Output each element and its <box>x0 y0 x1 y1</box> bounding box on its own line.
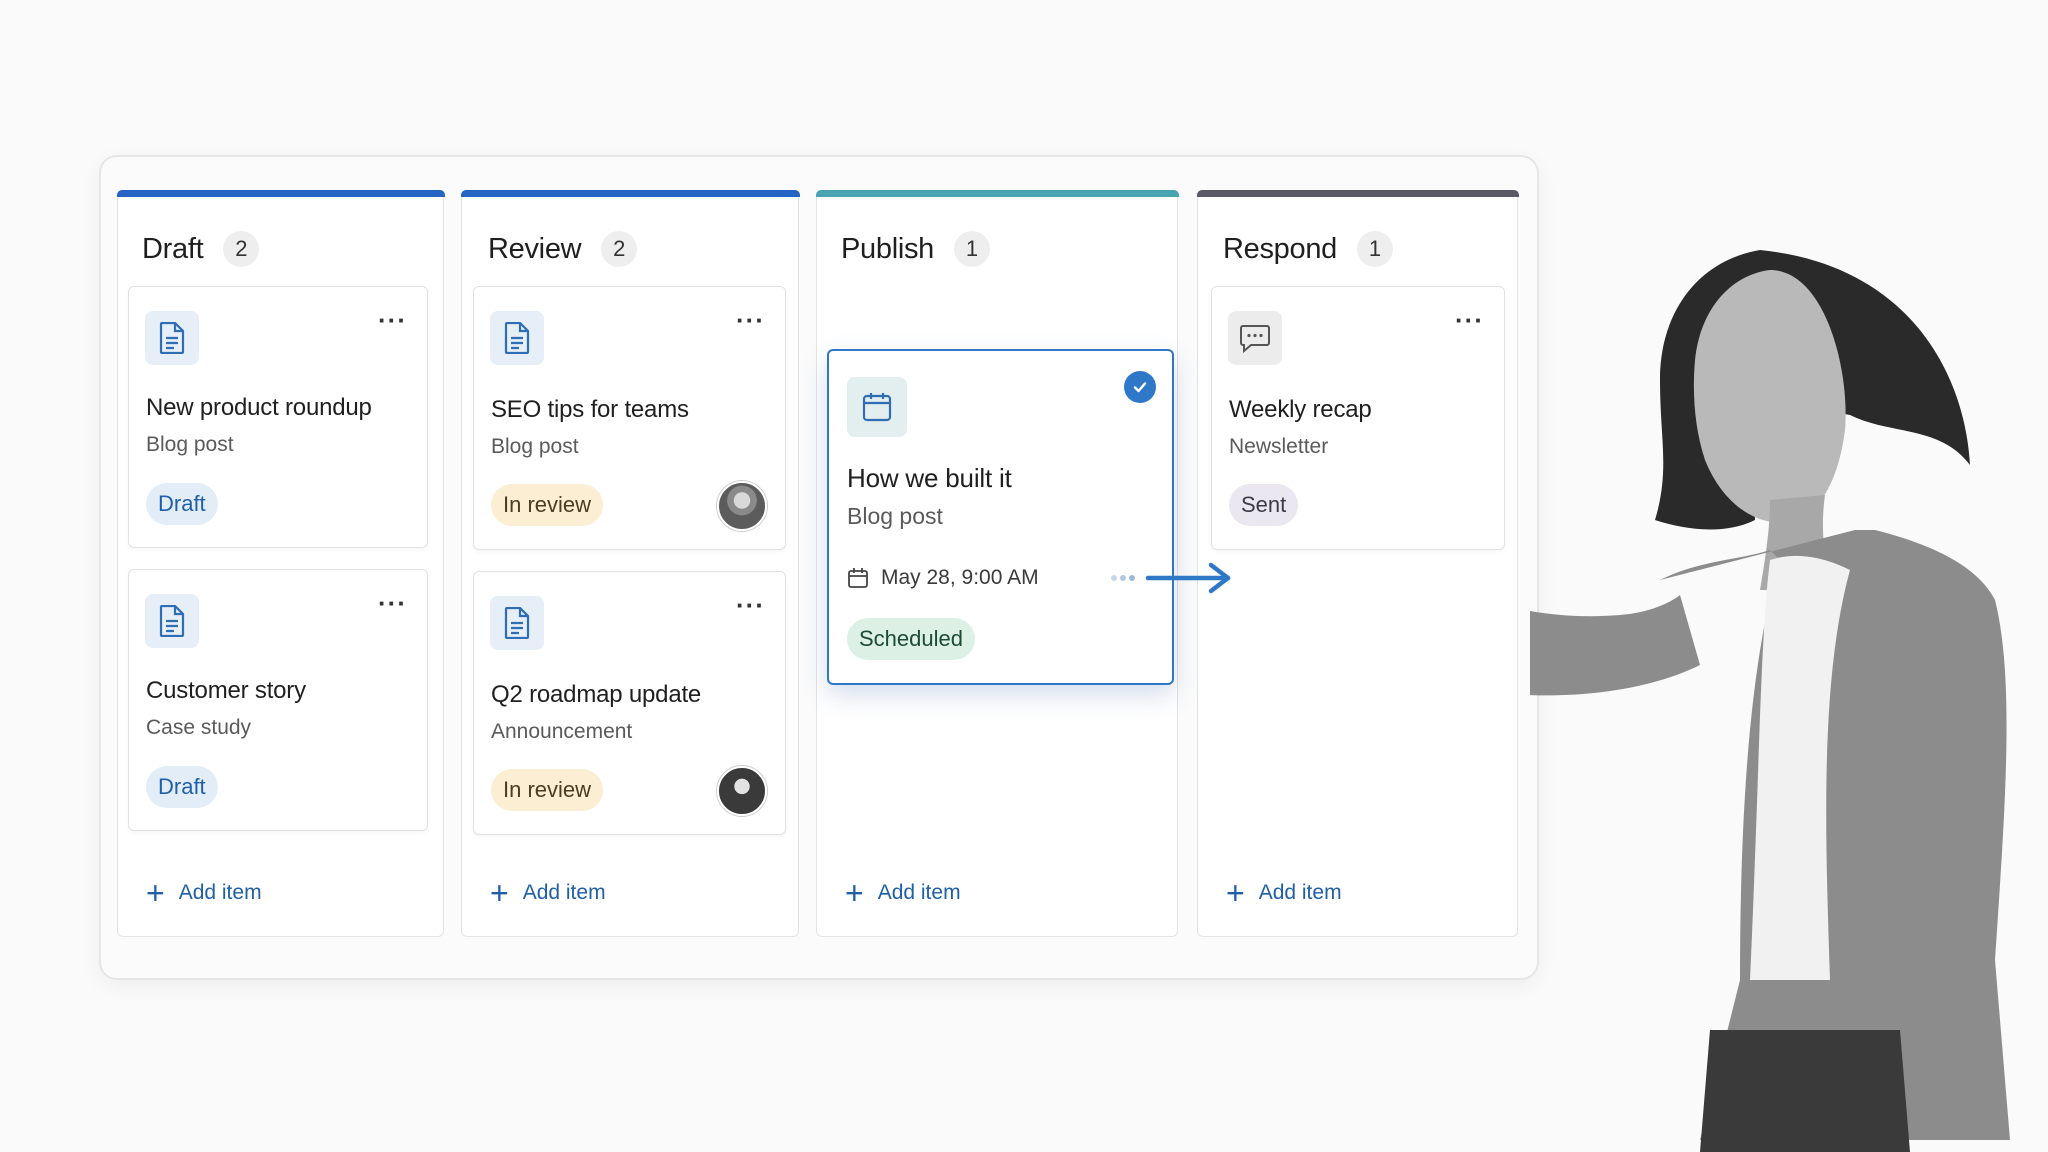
column-accent-bar <box>1196 189 1519 197</box>
card-title: New product roundup <box>146 394 372 421</box>
more-options-icon[interactable]: ··· <box>378 307 407 333</box>
more-options-icon[interactable]: ··· <box>736 307 765 333</box>
add-item-label: Add item <box>1258 881 1342 904</box>
column-header: Respond 1 <box>1223 231 1393 267</box>
document-icon <box>145 311 199 365</box>
status-badge: Draft <box>146 766 218 808</box>
card-seo-tips[interactable]: ··· SEO tips for teams Blog post In revi… <box>473 286 786 550</box>
card-how-we-built-it[interactable]: How we built it Blog post May 28, 9:00 A… <box>827 349 1174 685</box>
add-item-label: Add item <box>522 881 606 904</box>
status-badge: Scheduled <box>847 618 975 660</box>
column-accent-bar <box>116 189 445 197</box>
card-type: Blog post <box>847 503 943 529</box>
card-new-product-roundup[interactable]: ··· New product roundup Blog post Draft <box>128 286 428 548</box>
calendar-small-icon <box>848 568 868 588</box>
card-title: Q2 roadmap update <box>491 681 702 708</box>
more-options-icon[interactable]: ··· <box>736 592 765 618</box>
column-title: Review <box>488 232 582 265</box>
document-icon <box>490 311 544 365</box>
status-badge: Sent <box>1229 484 1299 526</box>
column-title: Respond <box>1223 232 1337 265</box>
column-title: Draft <box>142 232 204 265</box>
card-title: Customer story <box>146 677 306 704</box>
card-type: Announcement <box>491 720 633 743</box>
column-accent-bar <box>815 189 1179 197</box>
column-count-badge: 2 <box>601 231 638 267</box>
column-review: Review 2 ··· SEO tips for teams Blog pos… <box>460 189 800 937</box>
column-header: Publish 1 <box>841 231 991 267</box>
card-title: How we built it <box>847 463 1012 493</box>
status-badge: Draft <box>146 483 218 525</box>
card-customer-story[interactable]: ··· Customer story Case study Draft <box>128 569 428 831</box>
more-options-icon[interactable]: ··· <box>378 590 407 616</box>
plus-icon: + <box>146 875 165 911</box>
column-title: Publish <box>841 232 935 265</box>
avatar[interactable] <box>717 766 767 816</box>
card-type: Case study <box>146 716 252 739</box>
presenter-figure <box>1530 250 2010 1152</box>
column-accent-bar <box>460 189 800 197</box>
card-q2-roadmap[interactable]: ··· Q2 roadmap update Announcement In re… <box>473 571 786 835</box>
card-type: Newsletter <box>1229 435 1329 458</box>
schedule-date-text: May 28, 9:00 AM <box>881 566 1039 589</box>
column-header: Review 2 <box>488 231 638 267</box>
card-title: Weekly recap <box>1229 396 1372 423</box>
calendar-icon <box>847 377 907 437</box>
add-item-button[interactable]: + Add item <box>1226 875 1342 911</box>
drag-arrow-icon <box>1111 562 1231 594</box>
column-count-badge: 2 <box>223 231 260 267</box>
check-icon <box>1124 371 1156 403</box>
plus-icon: + <box>845 875 864 911</box>
document-icon <box>490 596 544 650</box>
card-type: Blog post <box>146 433 234 456</box>
column-count-badge: 1 <box>954 231 991 267</box>
add-item-button[interactable]: + Add item <box>146 875 262 911</box>
add-item-label: Add item <box>877 881 961 904</box>
plus-icon: + <box>490 875 509 911</box>
chat-icon <box>1228 311 1282 365</box>
column-respond: Respond 1 ··· Weekly recap Newsletter Se… <box>1196 189 1519 937</box>
document-icon <box>145 594 199 648</box>
card-weekly-recap[interactable]: ··· Weekly recap Newsletter Sent <box>1211 286 1505 550</box>
status-badge: In review <box>491 484 604 526</box>
status-badge: In review <box>491 769 604 811</box>
add-item-button[interactable]: + Add item <box>845 875 961 911</box>
add-item-label: Add item <box>178 881 262 904</box>
more-options-icon[interactable]: ··· <box>1455 307 1484 333</box>
card-type: Blog post <box>491 435 579 458</box>
plus-icon: + <box>1226 875 1245 911</box>
schedule-date: May 28, 9:00 AM <box>847 566 1039 590</box>
column-draft: Draft 2 ··· New product roundup Blog pos… <box>116 189 445 937</box>
card-title: SEO tips for teams <box>491 396 689 423</box>
column-header: Draft 2 <box>142 231 260 267</box>
add-item-button[interactable]: + Add item <box>490 875 606 911</box>
column-count-badge: 1 <box>1357 231 1393 267</box>
avatar[interactable] <box>717 481 767 531</box>
